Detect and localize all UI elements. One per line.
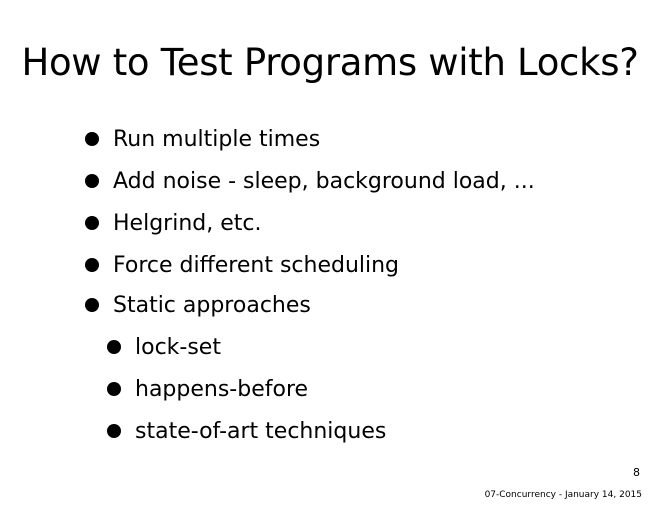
bullet-text: state-of-art techniques [135,419,387,444]
slide-title: How to Test Programs with Locks? [21,41,639,84]
bullet-dot-icon [85,258,99,272]
bullet-dot-icon [107,382,121,396]
page-number: 8 [633,466,640,479]
bullet-text: happens-before [135,377,309,402]
bullet-dot-icon [85,216,99,230]
bullet-text: lock-set [135,335,221,360]
bullet-dot-icon [85,174,99,188]
slide: How to Test Programs with Locks? Run mul… [0,0,660,510]
slide-footer: 07-Concurrency - January 14, 2015 [484,490,642,500]
bullet-dot-icon [107,424,121,438]
bullet-text: Run multiple times [113,127,321,152]
bullet-text: Static approaches [113,293,311,318]
bullet-dot-icon [85,298,99,312]
bullet-text: Helgrind, etc. [113,211,262,236]
bullet-dot-icon [107,340,121,354]
bullet-text: Force different scheduling [113,253,400,278]
bullet-dot-icon [85,132,99,146]
bullet-text: Add noise - sleep, background load, ... [113,169,535,194]
